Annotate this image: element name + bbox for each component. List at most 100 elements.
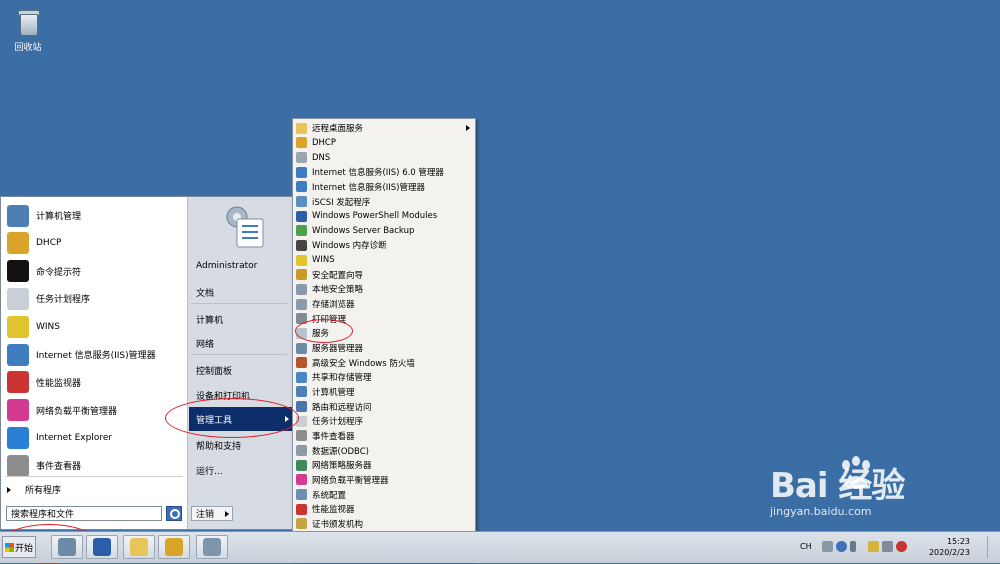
iis-icon (296, 181, 307, 193)
pinned-item-label: Internet Explorer (36, 432, 113, 443)
admin-tools-menu-item[interactable]: iSCSI 发起程序 (296, 194, 474, 209)
help-support-link[interactable]: 帮助和支持 (196, 439, 241, 452)
search-button[interactable] (166, 506, 182, 521)
admin-tools-menu-item[interactable]: 事件查看器 (296, 429, 474, 444)
all-programs-label: 所有程序 (25, 486, 62, 496)
run-link[interactable]: 运行... (196, 464, 223, 477)
menu-item-label: iSCSI 发起程序 (312, 197, 371, 208)
user-folder-link[interactable]: Administrator (196, 261, 257, 271)
divider (191, 354, 287, 355)
admin-tools-menu-item[interactable]: 任务计划程序 (296, 414, 474, 429)
admin-tools-menu-item[interactable]: 共享和存储管理 (296, 370, 474, 385)
start-button[interactable]: 开始 (2, 536, 36, 558)
taskbar-app-button[interactable] (196, 535, 228, 559)
perf-monitor-icon (7, 371, 29, 394)
recycle-bin[interactable]: 回收站 (8, 6, 48, 53)
help-icon[interactable] (836, 541, 847, 552)
start-menu-pinned-list: 计算机管理 DHCP 命令提示符 任务计划程序 WINS Internet 信息服务(II… (1, 197, 187, 529)
pinned-item[interactable]: 任务计划程序 (7, 285, 185, 312)
menu-item-label: 存储浏览器 (312, 300, 355, 311)
menu-item-label: 数据源(ODBC) (312, 446, 369, 457)
all-programs-button[interactable]: 所有程序 (7, 483, 61, 496)
menu-item-label: 系统配置 (312, 490, 347, 501)
control-panel-link[interactable]: 控制面板 (196, 364, 232, 377)
admin-tools-menu-item[interactable]: Windows PowerShell Modules (296, 209, 474, 224)
menu-item-label: 安全配置向导 (312, 270, 364, 281)
event-viewer-icon (7, 454, 29, 477)
show-desktop-button[interactable] (987, 536, 998, 558)
menu-item-label: Internet 信息服务(IIS)管理器 (312, 182, 425, 193)
pinned-item[interactable]: 计算机管理 (7, 202, 185, 229)
explorer-icon (130, 538, 148, 556)
admin-tools-menu-item[interactable]: 高级安全 Windows 防火墙 (296, 355, 474, 370)
menu-item-label: 任务计划程序 (312, 417, 364, 428)
documents-link[interactable]: 文档 (196, 286, 214, 299)
ie-icon (7, 426, 29, 449)
pinned-item-label: 事件查看器 (36, 462, 82, 473)
menu-item-label: 计算机管理 (312, 387, 355, 398)
network-icon[interactable] (882, 541, 893, 552)
admin-tools-menu-item[interactable]: Windows 内存诊断 (296, 238, 474, 253)
system-tray: CH 15:23 2020/2/23 (796, 534, 1000, 560)
memory-diag-icon (296, 239, 307, 251)
admin-tools-menu-item[interactable]: 网络策略服务器 (296, 458, 474, 473)
menu-item-label: DHCP (312, 137, 336, 148)
pinned-item[interactable]: Internet Explorer (7, 424, 185, 451)
pinned-item[interactable]: Internet 信息服务(IIS)管理器 (7, 341, 185, 368)
taskbar-app-button[interactable] (158, 535, 190, 559)
network-link[interactable]: 网络 (196, 337, 214, 350)
admin-tools-menu-item[interactable]: 路由和远程访问 (296, 399, 474, 414)
computer-management-icon (296, 386, 307, 398)
start-menu: 计算机管理 DHCP 命令提示符 任务计划程序 WINS Internet 信息服务(II… (0, 196, 293, 530)
taskbar-app-button[interactable] (51, 535, 83, 559)
taskbar-app-button[interactable] (86, 535, 118, 559)
wins-icon (296, 254, 307, 266)
pinned-item[interactable]: 网络负载平衡管理器 (7, 397, 185, 424)
show-hidden-icon[interactable] (850, 541, 856, 552)
taskbar-app-button[interactable] (123, 535, 155, 559)
admin-tools-menu-item[interactable]: Internet 信息服务(IIS) 6.0 管理器 (296, 165, 474, 180)
server-manager-icon (296, 342, 307, 354)
admin-tools-menu-item[interactable]: 远程桌面服务 (296, 121, 474, 136)
flag-icon[interactable] (868, 541, 879, 552)
admin-tools-menu-item[interactable]: Internet 信息服务(IIS)管理器 (296, 180, 474, 195)
keyboard-icon[interactable] (822, 541, 833, 552)
admin-tools-menu-item[interactable]: Windows Server Backup (296, 224, 474, 239)
task-scheduler-icon (7, 287, 29, 310)
pinned-item[interactable]: 命令提示符 (7, 258, 185, 285)
pinned-item[interactable]: WINS (7, 313, 185, 340)
admin-tools-menu-item[interactable]: 证书颁发机构 (296, 517, 474, 532)
admin-tools-menu-item[interactable]: 存储浏览器 (296, 297, 474, 312)
admin-tools-menu-item[interactable]: WINS (296, 253, 474, 268)
clock-date: 2020/2/23 (928, 548, 970, 557)
logoff-button[interactable]: 注销 (191, 506, 233, 521)
clock-time: 15:23 (946, 537, 970, 546)
volume-icon[interactable] (896, 541, 907, 552)
menu-item-label: 证书颁发机构 (312, 519, 364, 530)
computer-link[interactable]: 计算机 (196, 313, 223, 326)
admin-tools-menu-item[interactable]: 系统配置 (296, 487, 474, 502)
admin-tools-menu-item[interactable]: 本地安全策略 (296, 282, 474, 297)
pinned-item[interactable]: DHCP (7, 230, 185, 257)
pinned-item-label: DHCP (36, 238, 62, 249)
menu-item-label: DNS (312, 152, 331, 163)
admin-tools-menu-item[interactable]: 计算机管理 (296, 385, 474, 400)
language-indicator[interactable]: CH (800, 542, 812, 551)
clock[interactable]: 15:23 2020/2/23 (929, 536, 970, 558)
pinned-item[interactable]: 性能监视器 (7, 369, 185, 396)
menu-item-label: Internet 信息服务(IIS) 6.0 管理器 (312, 168, 444, 179)
dns-icon (296, 152, 307, 164)
admin-tools-menu-item[interactable]: 安全配置向导 (296, 268, 474, 283)
menu-item-label: 网络负载平衡管理器 (312, 475, 389, 486)
admin-tools-menu-item[interactable]: DHCP (296, 136, 474, 151)
menu-item-label: 服务器管理器 (312, 344, 364, 355)
admin-tools-menu-item[interactable]: 性能监视器 (296, 502, 474, 517)
dhcp-icon (296, 137, 307, 149)
nlb-icon (296, 474, 307, 486)
admin-tools-menu-item[interactable]: 网络负载平衡管理器 (296, 473, 474, 488)
search-input[interactable] (6, 506, 162, 521)
admin-tools-menu-item[interactable]: DNS (296, 150, 474, 165)
folder-icon (296, 122, 307, 134)
odbc-icon (296, 445, 307, 457)
admin-tools-menu-item[interactable]: 数据源(ODBC) (296, 443, 474, 458)
